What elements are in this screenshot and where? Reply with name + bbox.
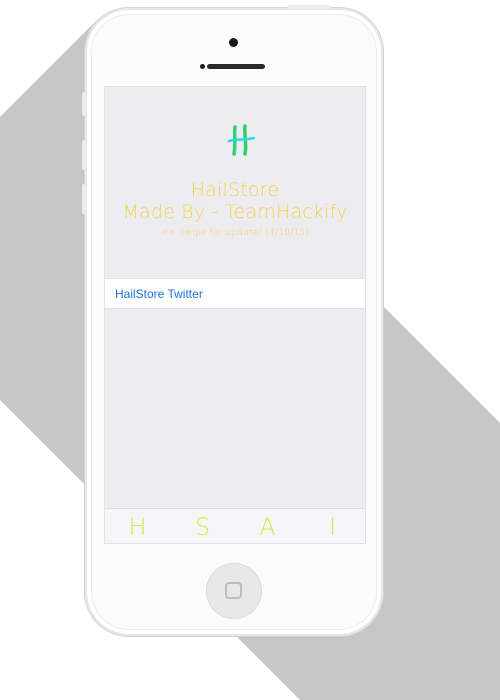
app-screen: HailStore Made By - TeamHackify << swipe… (104, 86, 366, 544)
earpiece-speaker (207, 64, 265, 69)
tab-bar: H S A I (105, 508, 365, 543)
update-notice[interactable]: << swipe for update! (4/10/15) (105, 228, 365, 238)
tab-h[interactable]: H (118, 513, 158, 541)
volume-down-button (82, 184, 86, 214)
tab-i[interactable]: I (313, 513, 353, 541)
front-camera (229, 38, 238, 47)
power-button (287, 5, 331, 9)
mute-switch (82, 92, 86, 116)
app-subtitle: Made By - TeamHackify (122, 201, 348, 223)
tab-s[interactable]: S (183, 513, 223, 541)
list-item-label: HailStore Twitter (115, 287, 203, 301)
home-button[interactable] (206, 563, 262, 619)
list-item-hailstore-twitter[interactable]: HailStore Twitter (105, 278, 365, 309)
tab-a[interactable]: A (248, 513, 288, 541)
proximity-sensor (200, 64, 205, 69)
home-square-icon (225, 582, 242, 599)
hailstore-logo-icon (227, 124, 256, 156)
volume-up-button (82, 140, 86, 170)
app-title: HailStore (190, 179, 280, 201)
